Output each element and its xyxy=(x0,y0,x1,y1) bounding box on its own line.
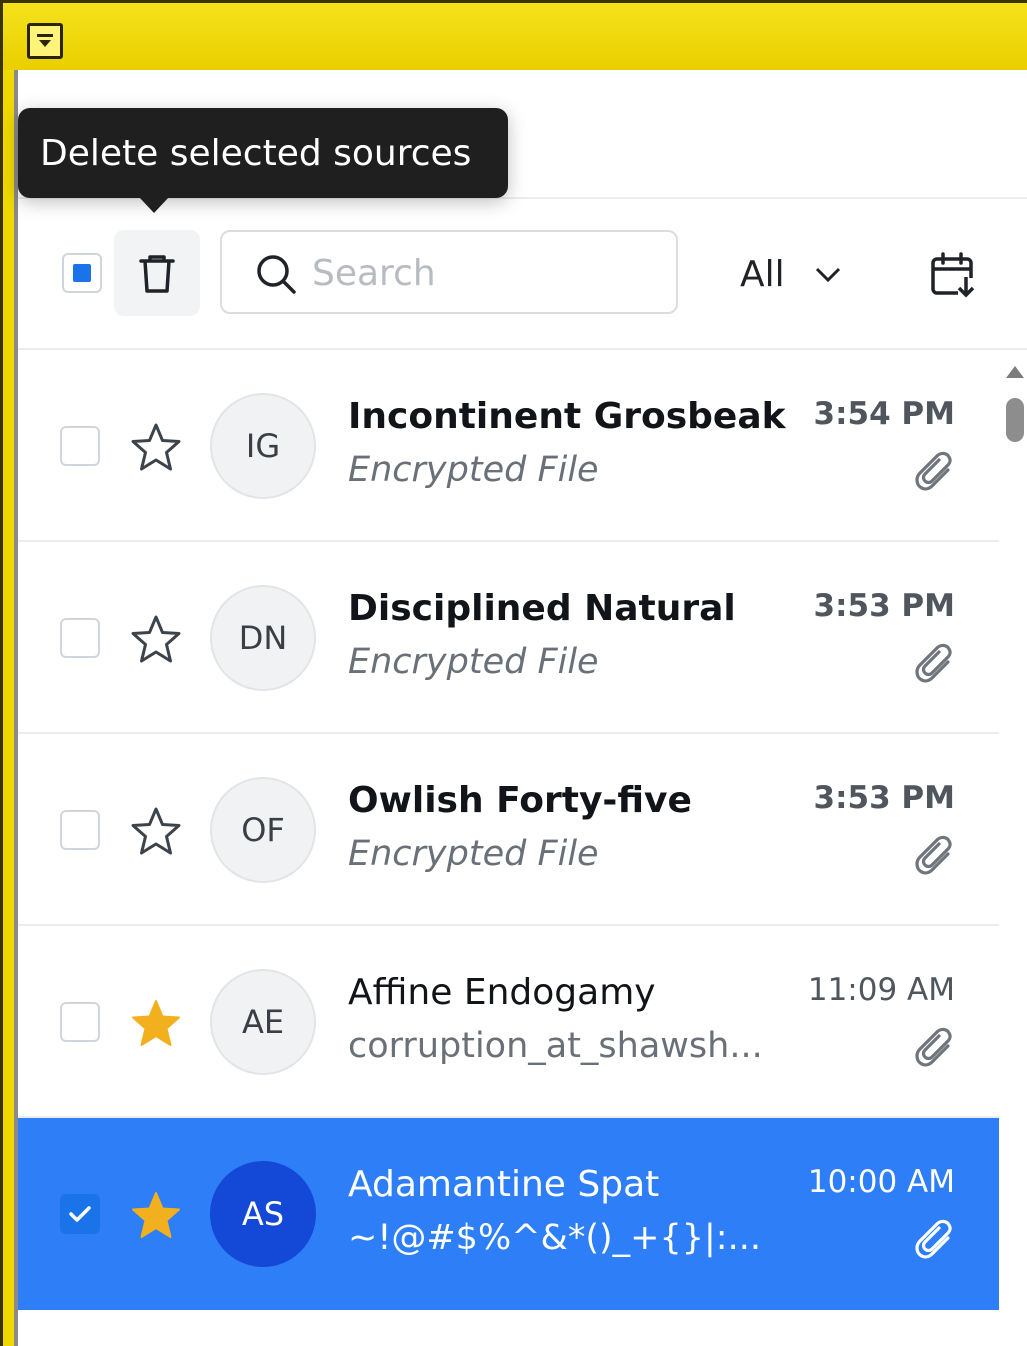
star-filled-icon[interactable] xyxy=(128,1188,184,1244)
select-all-checkbox[interactable] xyxy=(62,253,102,293)
source-preview: corruption_at_shawsh... xyxy=(348,1026,763,1066)
filter-label: All xyxy=(740,253,785,295)
avatar: DN xyxy=(210,585,316,691)
star-outline-icon[interactable] xyxy=(128,612,184,668)
source-list-toolbar: All xyxy=(18,200,1027,350)
sort-by-date-icon[interactable] xyxy=(928,250,978,300)
delete-sources-button[interactable] xyxy=(114,230,200,316)
source-checkbox[interactable] xyxy=(60,1002,100,1042)
paperclip-icon xyxy=(915,1219,952,1259)
source-preview: Encrypted File xyxy=(348,642,599,682)
source-name: Adamantine Spat xyxy=(348,1164,660,1205)
trash-icon xyxy=(139,255,175,293)
source-row[interactable]: OF Owlish Forty-five Encrypted File 3:53… xyxy=(18,734,999,926)
checkmark-icon xyxy=(69,1206,91,1222)
star-outline-icon[interactable] xyxy=(128,420,184,476)
scroll-thumb[interactable] xyxy=(1006,398,1024,442)
source-row[interactable]: AE Affine Endogamy corruption_at_shawsh.… xyxy=(18,926,999,1118)
source-list: IG Incontinent Grosbeak Encrypted File 3… xyxy=(18,350,999,1346)
chevron-down-icon xyxy=(815,267,840,283)
search-field[interactable] xyxy=(220,230,678,314)
window-menu-icon xyxy=(37,34,53,47)
source-timestamp: 3:53 PM xyxy=(813,780,955,816)
paperclip-icon xyxy=(915,451,952,491)
paperclip-icon xyxy=(915,643,952,683)
indeterminate-mark-icon xyxy=(73,264,91,282)
source-timestamp: 3:53 PM xyxy=(813,588,955,624)
source-checkbox[interactable] xyxy=(60,1194,100,1234)
title-bar xyxy=(0,0,1027,70)
source-timestamp: 3:54 PM xyxy=(813,396,955,432)
window-border xyxy=(0,70,14,1346)
source-timestamp: 11:09 AM xyxy=(807,972,955,1008)
scroll-up-arrow-icon[interactable] xyxy=(1006,366,1024,378)
source-checkbox[interactable] xyxy=(60,618,100,658)
search-input[interactable] xyxy=(312,246,662,300)
tooltip-arrow xyxy=(139,197,169,213)
source-name: Owlish Forty-five xyxy=(348,780,692,821)
delete-tooltip: Delete selected sources xyxy=(18,108,508,198)
source-preview: Encrypted File xyxy=(348,450,599,490)
list-scrollbar[interactable] xyxy=(1000,358,1027,1346)
source-name: Incontinent Grosbeak xyxy=(348,396,786,437)
source-preview: ~!@#$%^&*()_+{}|:... xyxy=(348,1218,761,1258)
source-name: Affine Endogamy xyxy=(348,972,656,1013)
source-row[interactable]: AS Adamantine Spat ~!@#$%^&*()_+{}|:... … xyxy=(18,1118,999,1310)
paperclip-icon xyxy=(915,1027,952,1067)
star-filled-icon[interactable] xyxy=(128,996,184,1052)
app-window: journalist All xyxy=(0,0,1027,1346)
search-icon xyxy=(257,255,296,294)
star-outline-icon[interactable] xyxy=(128,804,184,860)
source-row[interactable]: IG Incontinent Grosbeak Encrypted File 3… xyxy=(18,350,999,542)
source-timestamp: 10:00 AM xyxy=(807,1164,955,1200)
window-menu-button[interactable] xyxy=(27,23,63,59)
source-name: Disciplined Natural xyxy=(348,588,736,629)
source-checkbox[interactable] xyxy=(60,810,100,850)
avatar: AS xyxy=(210,1161,316,1267)
avatar: AE xyxy=(210,969,316,1075)
source-checkbox[interactable] xyxy=(60,426,100,466)
avatar: OF xyxy=(210,777,316,883)
filter-dropdown[interactable]: All xyxy=(740,250,843,298)
paperclip-icon xyxy=(915,835,952,875)
source-row[interactable]: DN Disciplined Natural Encrypted File 3:… xyxy=(18,542,999,734)
tooltip-text: Delete selected sources xyxy=(40,132,472,174)
avatar: IG xyxy=(210,393,316,499)
source-preview: Encrypted File xyxy=(348,834,599,874)
